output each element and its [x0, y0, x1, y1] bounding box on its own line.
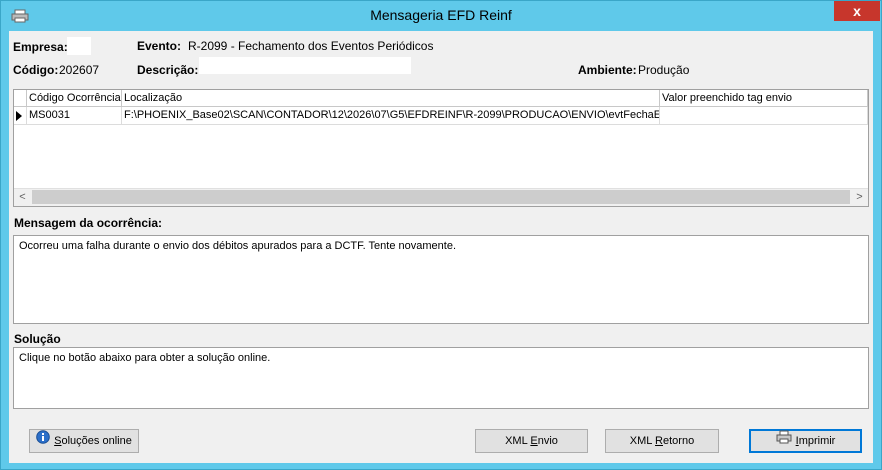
codigo-label: Código:	[13, 63, 59, 77]
scrollbar-thumb[interactable]	[32, 190, 850, 204]
xml-envio-mnemonic: E	[530, 435, 538, 447]
xml-envio-label-rest: nvio	[537, 435, 558, 447]
close-button[interactable]: x	[834, 1, 880, 21]
imprimir-button[interactable]: Imprimir	[749, 429, 862, 453]
xml-envio-button[interactable]: XML Envio	[475, 429, 588, 453]
table-row-valor[interactable]	[660, 107, 868, 125]
empresa-value	[67, 37, 91, 55]
mensagem-label: Mensagem da ocorrência:	[14, 216, 163, 230]
solucao-label: Solução	[14, 332, 61, 346]
current-row-icon	[16, 111, 22, 121]
horizontal-scrollbar[interactable]: < >	[14, 188, 868, 206]
xml-envio-label-pre: XML	[505, 435, 531, 447]
window-title: Mensageria EFD Reinf	[370, 7, 512, 23]
solucoes-label: oluções online	[61, 435, 132, 447]
column-header-codigo[interactable]: Código Ocorrência	[27, 90, 122, 107]
solucao-textbox[interactable]: Clique no botão abaixo para obter a solu…	[13, 347, 869, 409]
ocorrencias-grid[interactable]: Código Ocorrência Localização Valor pree…	[13, 89, 869, 207]
table-row-codigo[interactable]: MS0031	[27, 107, 122, 125]
ambiente-value: Produção	[638, 63, 690, 77]
table-row-localizacao[interactable]: F:\PHOENIX_Base02\SCAN\CONTADOR\12\2026\…	[122, 107, 660, 125]
solucoes-mnemonic: S	[54, 435, 62, 447]
xml-retorno-label-rest: etorno	[663, 435, 695, 447]
info-icon	[36, 430, 50, 452]
empresa-label: Empresa:	[13, 40, 68, 54]
scroll-right-icon[interactable]: >	[851, 189, 868, 205]
ambiente-label: Ambiente:	[578, 63, 637, 77]
xml-retorno-mnemonic: R	[655, 435, 663, 447]
evento-value: R-2099 - Fechamento dos Eventos Periódic…	[188, 39, 434, 53]
codigo-value: 202607	[59, 63, 100, 77]
column-header-valor[interactable]: Valor preenchido tag envio	[660, 90, 868, 107]
printer-icon	[776, 430, 792, 452]
row-header-corner	[14, 90, 27, 107]
evento-label: Evento:	[137, 39, 182, 53]
dialog-body: Empresa: Evento: R-2099 - Fechamento dos…	[9, 31, 873, 463]
xml-retorno-label-pre: XML	[629, 435, 656, 447]
scroll-left-icon[interactable]: <	[14, 189, 31, 205]
dialog-window: Mensageria EFD Reinf x Empresa: Evento: …	[0, 0, 882, 470]
xml-retorno-button[interactable]: XML Retorno	[605, 429, 719, 453]
descricao-value	[199, 57, 411, 74]
mensagem-textbox[interactable]: Ocorreu uma falha durante o envio dos dé…	[13, 235, 869, 324]
imprimir-label: mprimir	[798, 435, 836, 447]
descricao-label: Descrição:	[137, 63, 199, 77]
solucoes-online-button[interactable]: Soluções online	[29, 429, 139, 453]
column-header-localizacao[interactable]: Localização	[122, 90, 660, 107]
title-bar[interactable]: Mensageria EFD Reinf x	[1, 1, 881, 31]
